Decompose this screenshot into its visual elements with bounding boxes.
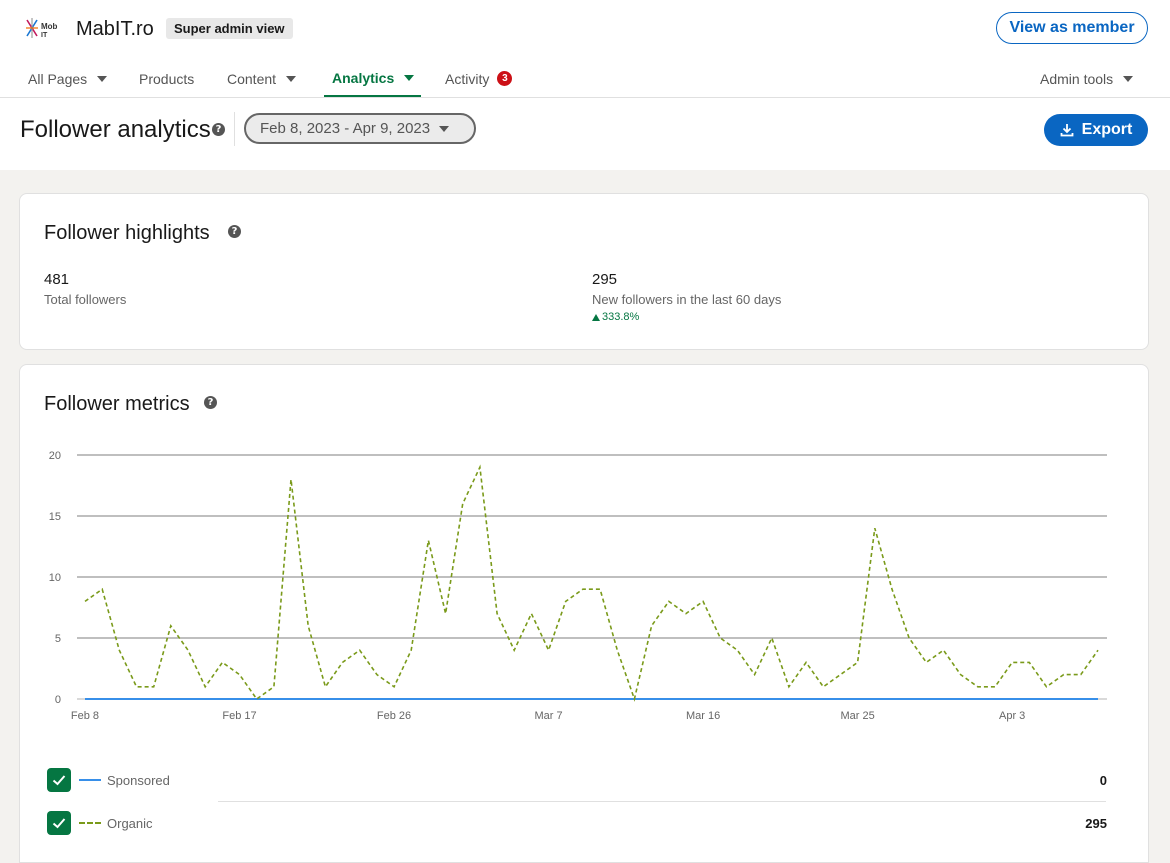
chevron-down-icon: [439, 125, 450, 132]
stat-label: New followers in the last 60 days: [592, 292, 782, 307]
divider: [234, 112, 235, 146]
follower-metrics-chart: 0 5 10 15 20 Feb 8 Feb 17 Feb 26 Mar 7 Mar 16 Mar…: [49, 450, 1107, 722]
help-icon[interactable]: ?: [212, 123, 225, 136]
sponsored-checkbox[interactable]: [47, 768, 71, 792]
notification-count-badge: 3: [497, 71, 513, 86]
chevron-down-icon: [404, 74, 415, 81]
nav-content-label: Content: [227, 70, 277, 87]
nav-activity-label: Activity: [445, 70, 490, 87]
follower-metrics-card: Follower metrics ? 0 5 10 15 20 Feb 8 Feb 17 F…: [19, 364, 1149, 863]
date-range-picker[interactable]: Feb 8, 2023 - Apr 9, 2023: [244, 113, 476, 144]
nav-activity[interactable]: Activity 3: [445, 60, 513, 97]
nav-products-label: Products: [139, 70, 195, 87]
date-range-label: Feb 8, 2023 - Apr 9, 2023: [260, 120, 431, 137]
divider: [218, 801, 1106, 802]
nav-admin-tools[interactable]: Admin tools: [1040, 60, 1134, 97]
organic-checkbox[interactable]: [47, 811, 71, 835]
admin-nav: All Pages Products Content Analytics Act…: [0, 60, 1170, 98]
svg-text:IT: IT: [41, 32, 48, 39]
help-icon[interactable]: ?: [228, 225, 241, 238]
chevron-down-icon: [286, 75, 297, 82]
top-bar: Mob IT MabIT.ro Super admin view View as…: [0, 0, 1170, 170]
admin-view-badge: Super admin view: [166, 18, 293, 39]
legend-total: 0: [1099, 772, 1107, 788]
nav-all-pages-label: All Pages: [28, 70, 88, 87]
stat-value: 481: [44, 271, 70, 288]
nav-all-pages[interactable]: All Pages: [28, 60, 108, 97]
nav-analytics-label: Analytics: [332, 69, 395, 86]
x-tick-label: Mar 16: [686, 710, 720, 722]
export-button[interactable]: Export: [1044, 114, 1148, 146]
legend-sponsored[interactable]: Sponsored 0: [47, 765, 1107, 795]
legend-label: Organic: [107, 815, 153, 831]
x-tick-label: Feb 8: [71, 710, 99, 722]
brand-name[interactable]: MabIT.ro: [76, 18, 154, 41]
y-tick-label: 5: [55, 633, 61, 645]
change-percent: 333.8%: [602, 311, 640, 323]
x-tick-label: Apr 3: [999, 710, 1025, 722]
legend-total: 295: [1085, 815, 1107, 831]
x-tick-label: Mar 7: [535, 710, 563, 722]
y-tick-label: 15: [49, 511, 61, 523]
stat-change: 333.8%: [592, 311, 781, 323]
legend-organic[interactable]: Organic 295: [47, 808, 1107, 838]
chevron-down-icon: [97, 75, 108, 82]
company-logo-icon: Mob IT: [24, 16, 60, 42]
new-followers-stat: 295 New followers in the last 60 days 33…: [592, 271, 781, 323]
download-icon: [1060, 124, 1074, 137]
x-tick-label: Mar 25: [841, 710, 875, 722]
card-title: Follower highlights: [44, 222, 210, 244]
y-tick-label: 20: [49, 450, 61, 462]
arrow-up-icon: [592, 313, 600, 321]
nav-admin-tools-label: Admin tools: [1040, 70, 1114, 87]
legend-swatch-organic: [79, 822, 101, 824]
x-tick-label: Feb 17: [222, 710, 256, 722]
checkmark-icon: [52, 775, 66, 786]
chevron-down-icon: [1123, 75, 1134, 82]
organic-series-line: [84, 464, 1099, 702]
stat-label: Total followers: [44, 292, 127, 307]
total-followers-stat: 481 Total followers: [44, 271, 126, 307]
view-as-member-button[interactable]: View as member: [996, 12, 1148, 44]
follower-highlights-card: Follower highlights ? 481 Total follower…: [19, 193, 1149, 350]
x-tick-label: Feb 26: [377, 710, 411, 722]
export-label: Export: [1081, 121, 1133, 138]
nav-content[interactable]: Content: [227, 60, 297, 97]
legend-swatch-sponsored: [79, 779, 101, 781]
brand[interactable]: Mob IT: [24, 16, 60, 42]
page-title: Follower analytics: [20, 116, 211, 143]
y-tick-label: 10: [49, 572, 61, 584]
checkmark-icon: [52, 818, 66, 829]
stat-value: 295: [592, 271, 618, 288]
y-tick-label: 0: [55, 694, 61, 706]
nav-products[interactable]: Products: [139, 60, 194, 97]
nav-analytics[interactable]: Analytics: [324, 60, 421, 97]
svg-text:Mob: Mob: [41, 22, 58, 31]
legend-label: Sponsored: [107, 772, 170, 788]
